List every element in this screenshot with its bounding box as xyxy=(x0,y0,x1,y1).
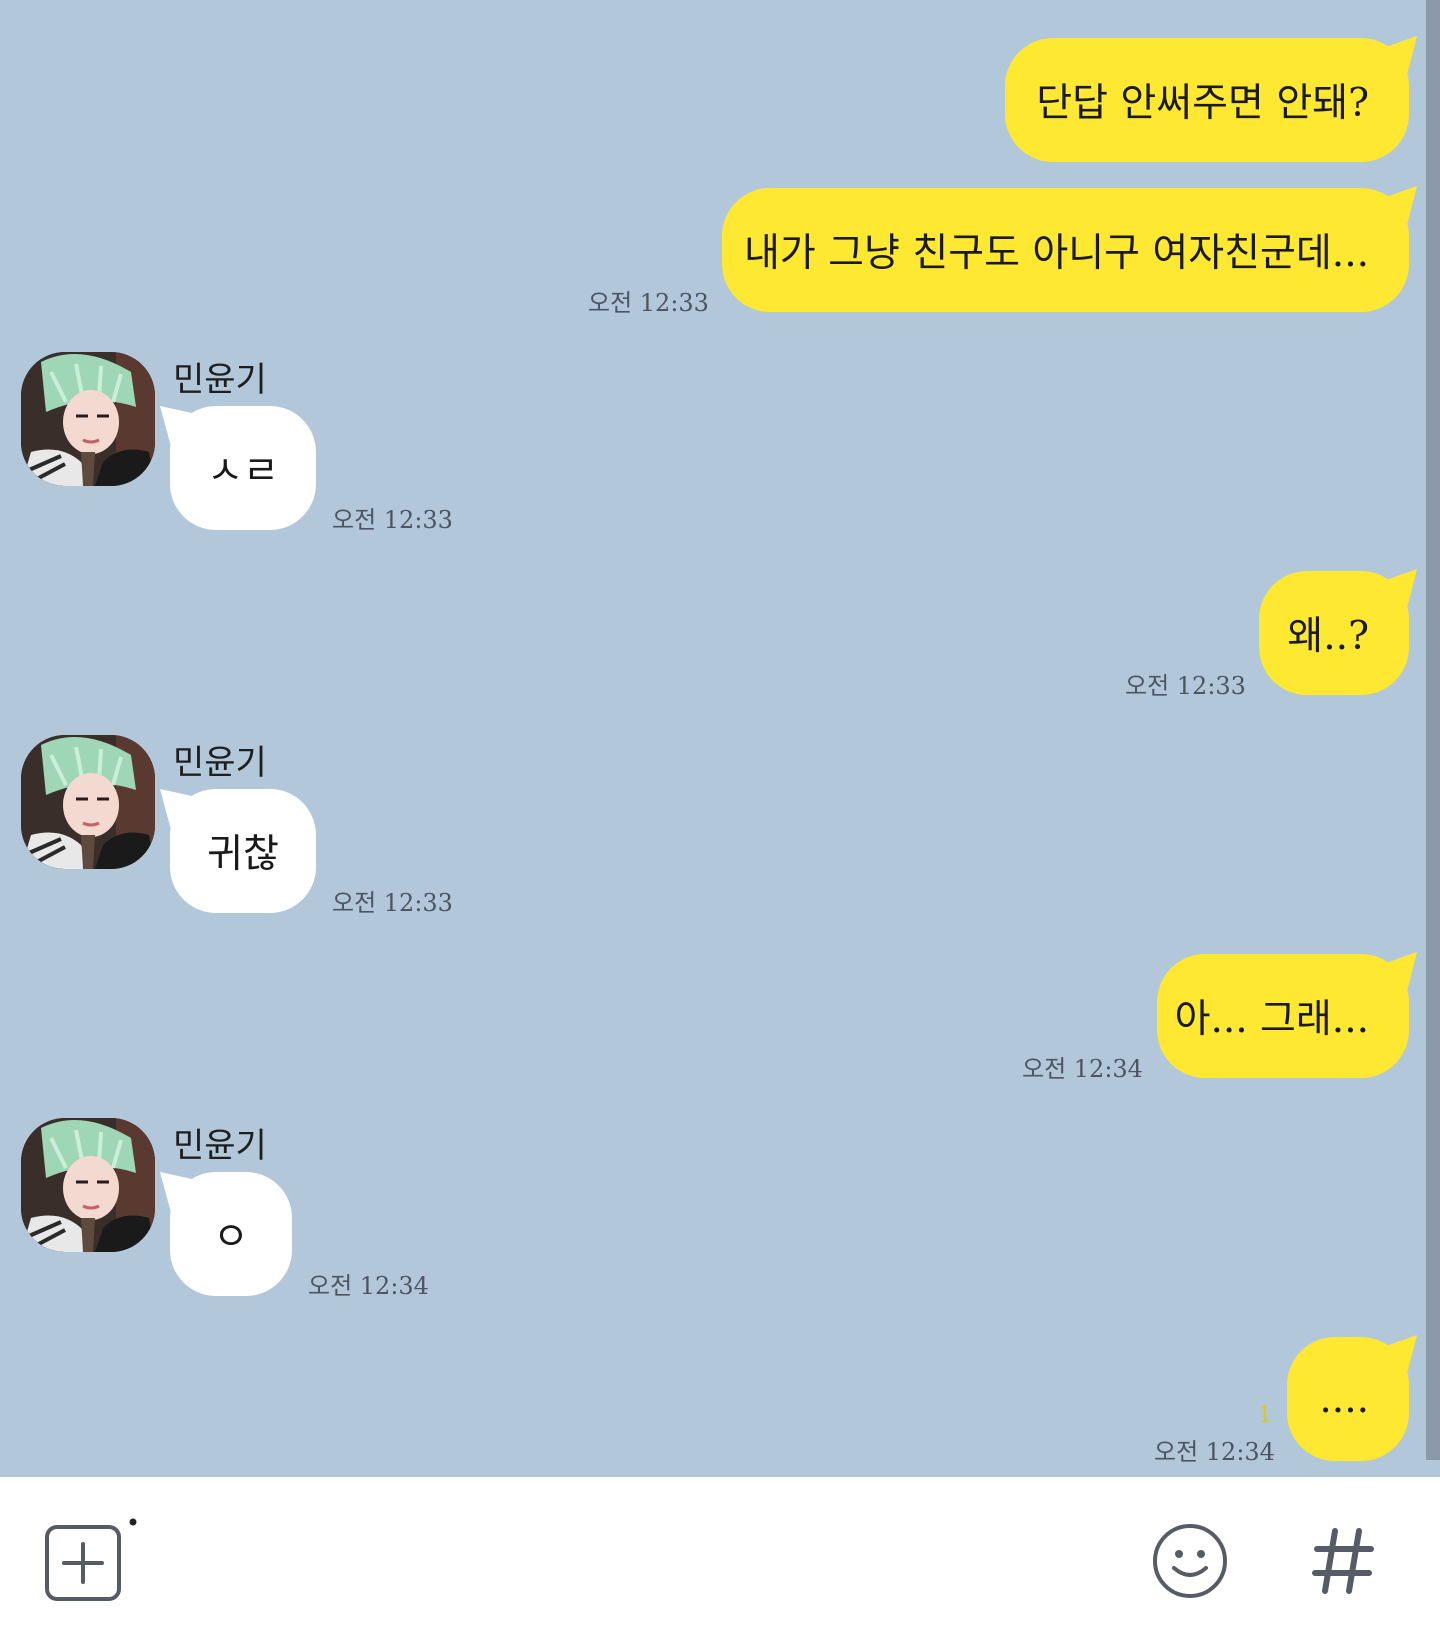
input-bar xyxy=(0,1477,1440,1642)
contact-avatar[interactable] xyxy=(21,735,155,869)
sender-name: 민윤기 xyxy=(173,360,267,400)
chat-area[interactable]: 단답 안써주면 안돼? 내가 그냥 친구도 아니구 여자친군데... 오전 12… xyxy=(0,0,1440,1477)
message-text: ㅅㄹ xyxy=(207,449,279,494)
avatar-image xyxy=(21,1118,155,1252)
contact-avatar[interactable] xyxy=(21,1118,155,1252)
avatar-image xyxy=(21,735,155,869)
contact-avatar[interactable] xyxy=(21,352,155,486)
message-text: ㅇ xyxy=(213,1215,249,1260)
message-text: 내가 그냥 친구도 아니구 여자친군데... xyxy=(744,231,1369,276)
their-message-bubble[interactable]: ㅇ xyxy=(170,1172,292,1296)
message-text: 단답 안써주면 안돼? xyxy=(1036,81,1369,126)
my-message-bubble[interactable]: 단답 안써주면 안돼? xyxy=(1005,38,1409,162)
message-timestamp: 오전 12:33 xyxy=(588,289,709,317)
my-message-bubble[interactable]: 아... 그래... xyxy=(1157,954,1409,1078)
message-timestamp: 오전 12:34 xyxy=(1022,1055,1143,1083)
message-timestamp: 오전 12:33 xyxy=(332,506,453,534)
new-indicator-dot-icon xyxy=(129,1511,137,1530)
message-text: 아... 그래... xyxy=(1174,997,1369,1042)
message-timestamp: 오전 12:33 xyxy=(332,889,453,917)
avatar-image xyxy=(21,352,155,486)
message-text: .... xyxy=(1319,1376,1369,1422)
their-message-bubble[interactable]: ㅅㄹ xyxy=(170,406,316,530)
message-text: 왜..? xyxy=(1287,614,1369,659)
sender-name: 민윤기 xyxy=(173,743,267,783)
plus-square-icon[interactable] xyxy=(44,1524,122,1606)
message-timestamp: 오전 12:34 xyxy=(308,1272,429,1300)
message-timestamp: 오전 12:34 xyxy=(1154,1438,1275,1466)
hash-icon[interactable] xyxy=(1311,1525,1375,1601)
message-text: 귀찮 xyxy=(207,832,279,877)
unread-count: 1 xyxy=(1258,1403,1272,1428)
sender-name: 민윤기 xyxy=(173,1126,267,1166)
scrollbar[interactable] xyxy=(1426,0,1440,1460)
my-message-bubble[interactable]: 내가 그냥 친구도 아니구 여자친군데... xyxy=(722,188,1409,312)
message-timestamp: 오전 12:33 xyxy=(1125,672,1246,700)
emoji-icon[interactable] xyxy=(1151,1522,1229,1604)
my-message-bubble[interactable]: .... xyxy=(1287,1337,1409,1461)
my-message-bubble[interactable]: 왜..? xyxy=(1259,571,1409,695)
their-message-bubble[interactable]: 귀찮 xyxy=(170,789,316,913)
